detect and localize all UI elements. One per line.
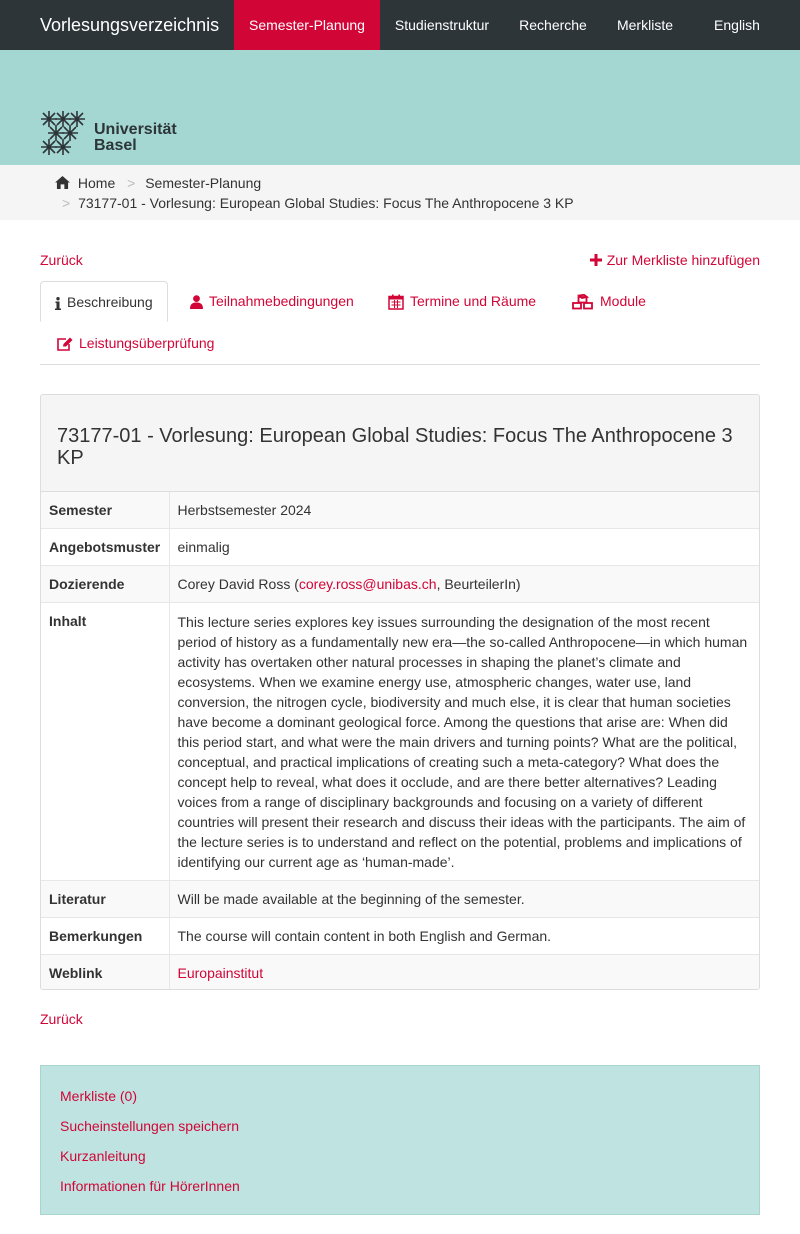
brand-link[interactable]: Vorlesungsverzeichnis: [40, 0, 219, 50]
row-label: Inhalt: [41, 602, 170, 881]
lecturer-email-link[interactable]: corey.ross@unibas.ch: [299, 576, 437, 592]
tab-label: Teilnahmebedingungen: [209, 293, 354, 309]
breadcrumb-separator: >: [127, 175, 136, 191]
tab-termine-und-raeume[interactable]: Termine und Räume: [388, 281, 536, 322]
nav-studienstruktur[interactable]: Studienstruktur: [380, 0, 504, 50]
row-label: Angebotsmuster: [41, 528, 170, 566]
row-label: Weblink: [41, 954, 170, 989]
add-to-merkliste-button[interactable]: Zur Merkliste hinzufügen: [589, 252, 760, 268]
university-logo[interactable]: Universität Basel: [40, 110, 190, 156]
calendar-icon: [388, 294, 404, 311]
footer-merkliste-link[interactable]: Merkliste (0): [60, 1088, 137, 1104]
table-row: Semester Herbstsemester 2024: [41, 492, 759, 529]
semester-value: Herbstsemester 2024: [169, 492, 759, 529]
nav-recherche[interactable]: Recherche: [504, 0, 602, 50]
table-row: Dozierende Corey David Ross (corey.ross@…: [41, 565, 759, 603]
tab-label: Leistungsüberprüfung: [79, 335, 215, 351]
tab-module[interactable]: Module: [572, 281, 646, 322]
course-detail-panel: 73177-01 - Vorlesung: European Global St…: [40, 394, 760, 990]
info-icon: [55, 296, 61, 310]
footer-guide-link[interactable]: Kurzanleitung: [60, 1148, 146, 1164]
add-to-merkliste-label: Zur Merkliste hinzufügen: [606, 252, 760, 268]
table-row: Inhalt This lecture series explores key …: [41, 602, 759, 881]
tab-label: Module: [600, 293, 646, 309]
tab-label: Termine und Räume: [410, 293, 537, 309]
breadcrumb-semester-planung[interactable]: Semester-Planung: [145, 175, 261, 191]
edit-icon: [57, 337, 73, 351]
table-row: Literatur Will be made available at the …: [41, 880, 759, 918]
table-row: Weblink Europainstitut: [41, 954, 759, 989]
tab-beschreibung[interactable]: Beschreibung: [40, 281, 168, 322]
nav-semester-planung[interactable]: Semester-Planung: [234, 0, 380, 50]
row-label: Literatur: [41, 880, 170, 918]
lecturer-role: , BeurteilerIn): [436, 576, 521, 592]
tab-leistungsueberpruefung[interactable]: Leistungsüberprüfung: [56, 323, 214, 364]
user-icon: [190, 295, 203, 310]
inhalt-value: This lecture series explores key issues …: [169, 602, 759, 881]
footer-info-link[interactable]: Informationen für HörerInnen: [60, 1178, 240, 1194]
basel-emblem-icon: [41, 111, 85, 155]
row-label: Dozierende: [41, 565, 170, 603]
table-row: Angebotsmuster einmalig: [41, 528, 759, 566]
logo-line-1: Universität: [94, 121, 177, 138]
lecturer-name: Corey David Ross (: [177, 576, 299, 592]
top-navbar: Vorlesungsverzeichnis Semester-Planung S…: [0, 0, 800, 50]
breadcrumb-current: 73177-01 - Vorlesung: European Global St…: [78, 195, 574, 211]
bemerkungen-value: The course will contain content in both …: [169, 917, 759, 955]
weblink-europainstitut[interactable]: Europainstitut: [178, 965, 264, 981]
breadcrumb: Home > Semester-Planung > 73177-01 - Vor…: [0, 165, 800, 220]
angebotsmuster-value: einmalig: [169, 528, 759, 566]
language-switch[interactable]: English: [700, 0, 774, 50]
literatur-value: Will be made available at the beginning …: [169, 880, 759, 918]
plus-icon: [589, 254, 602, 266]
home-icon: [55, 176, 70, 189]
footer-save-search-link[interactable]: Sucheinstellungen speichern: [60, 1118, 239, 1134]
footer-box: Merkliste (0) Sucheinstellungen speicher…: [40, 1065, 760, 1215]
back-link-bottom[interactable]: Zurück: [40, 1011, 83, 1027]
breadcrumb-separator: >: [62, 195, 71, 211]
tab-label: Beschreibung: [67, 294, 153, 310]
nav-merkliste[interactable]: Merkliste: [602, 0, 688, 50]
row-label: Bemerkungen: [41, 917, 170, 955]
detail-tabs: Beschreibung Teilnahmebedingungen Termin…: [40, 281, 760, 365]
course-title: 73177-01 - Vorlesung: European Global St…: [57, 425, 733, 469]
tab-teilnahmebedingungen[interactable]: Teilnahmebedingungen: [190, 281, 354, 322]
row-label: Semester: [41, 492, 170, 529]
course-details-table: Semester Herbstsemester 2024 Angebotsmus…: [41, 492, 759, 989]
back-link-top[interactable]: Zurück: [40, 252, 83, 268]
dozierende-value: Corey David Ross (corey.ross@unibas.ch, …: [169, 565, 759, 603]
breadcrumb-home[interactable]: Home: [78, 175, 115, 191]
table-row: Bemerkungen The course will contain cont…: [41, 917, 759, 955]
logo-line-2: Basel: [94, 137, 137, 154]
cubes-icon: [572, 294, 593, 310]
